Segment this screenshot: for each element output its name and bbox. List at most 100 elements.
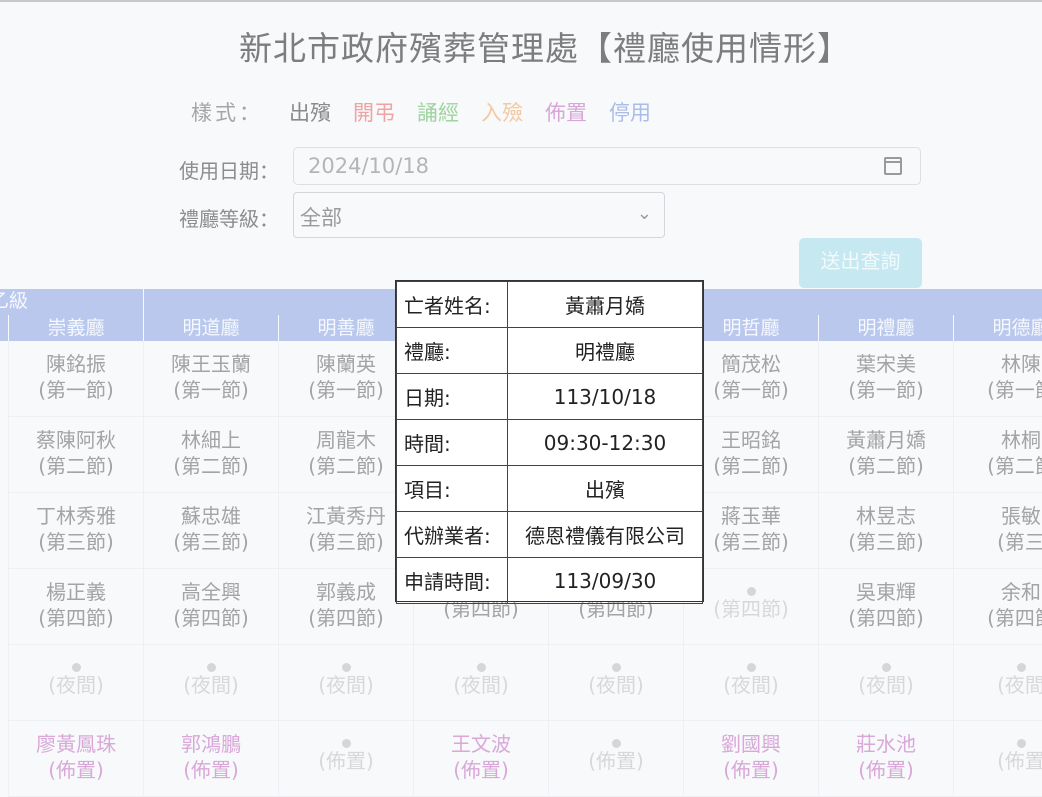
deceased-name[interactable]: 楊正義	[9, 579, 143, 605]
grade-label: 禮廳等級：	[179, 207, 279, 231]
schedule-cell[interactable]: 蔡陳阿秋 (第二節)	[8, 417, 143, 493]
grade-select[interactable]: 全部 ⌄	[293, 192, 665, 238]
hall-header-cell: 明禮廳	[818, 315, 953, 341]
detail-value: 09:30-12:30	[507, 419, 703, 466]
schedule-cell: (佈置)	[278, 721, 413, 797]
hall-header-cell: 崇義廳	[8, 315, 143, 341]
legend-item: 開弔	[353, 101, 395, 125]
deceased-name[interactable]: 高全興	[144, 579, 278, 605]
grade-value: 全部	[300, 206, 342, 230]
deceased-name[interactable]: 葉宋美	[819, 351, 953, 377]
schedule-cell[interactable]: 陳銘振 (第一節)	[8, 341, 143, 417]
slot-label: (第二節)	[713, 454, 789, 478]
deceased-name[interactable]: 丁林秀雅	[9, 503, 143, 529]
deceased-name[interactable]: 林陳	[954, 351, 1042, 377]
deceased-name[interactable]: 黃蕭月嬌	[819, 427, 953, 453]
deceased-name[interactable]: 張敏	[954, 503, 1042, 529]
deceased-name[interactable]: 余和	[954, 579, 1042, 605]
schedule-cell[interactable]: 江黃秀丹 (第三節)	[278, 493, 413, 569]
legend-item: 停用	[609, 101, 651, 125]
slot-label: (夜間)	[453, 673, 509, 697]
detail-value: 德恩禮儀有限公司	[507, 511, 703, 558]
schedule-cell[interactable]: 劉國興 (佈置)	[683, 721, 818, 797]
deceased-name[interactable]: 陳銘振	[9, 351, 143, 377]
deceased-name[interactable]: 郭義成	[279, 579, 413, 605]
deceased-name[interactable]: 廖黃鳳珠	[9, 731, 143, 757]
detail-value: 明禮廳	[507, 327, 703, 374]
detail-key: 禮廳:	[396, 327, 508, 374]
empty-slot-dot	[341, 663, 351, 672]
schedule-cell[interactable]: 林陳(第一節	[953, 341, 1042, 417]
schedule-cell[interactable]: 莊水池 (佈置)	[818, 721, 953, 797]
submit-button[interactable]: 送出查詢	[799, 238, 922, 288]
schedule-cell[interactable]: 郭鴻鵬 (佈置)	[143, 721, 278, 797]
schedule-cell[interactable]: 郭義成 (第四節)	[278, 569, 413, 645]
slot-label: (第二節)	[38, 454, 114, 478]
schedule-cell[interactable]: 丁林秀雅 (第三節)	[8, 493, 143, 569]
schedule-cell[interactable]: 余和(第四節	[953, 569, 1042, 645]
schedule-cell[interactable]: 林細上 (第二節)	[143, 417, 278, 493]
schedule-cell[interactable]: 林桐(第二節	[953, 417, 1042, 493]
schedule-cell[interactable]: 葉宋美 (第一節)	[818, 341, 953, 417]
legend-item: 佈置	[545, 101, 587, 125]
slot-label: (佈置)	[858, 758, 914, 782]
schedule-cell[interactable]: 張敏 (第三	[953, 493, 1042, 569]
slot-label: (夜間)	[318, 673, 374, 697]
schedule-cell[interactable]: 蘇忠雄 (第三節)	[143, 493, 278, 569]
slot-label: (夜間)	[48, 673, 104, 697]
calendar-icon[interactable]	[884, 157, 902, 175]
schedule-cell: (夜間)	[413, 645, 548, 721]
schedule-cell[interactable]: 陳蘭英 (第一節)	[278, 341, 413, 417]
slot-label: (第一節)	[38, 378, 114, 402]
schedule-cell: (夜間)	[278, 645, 413, 721]
schedule-cell[interactable]: 黃蕭月嬌 (第二節)	[818, 417, 953, 493]
empty-slot-dot	[1016, 663, 1026, 672]
slot-label: (佈置)	[453, 758, 509, 782]
deceased-name[interactable]: 吳東輝	[819, 579, 953, 605]
slot-label: (夜間)	[183, 673, 239, 697]
schedule-cell: (夜間)	[548, 645, 683, 721]
deceased-name[interactable]: 郭鴻鵬	[144, 731, 278, 757]
deceased-name[interactable]: 劉國興	[684, 731, 818, 757]
schedule-cell[interactable]: 王文波 (佈置)	[413, 721, 548, 797]
deceased-name[interactable]: 周龍木	[279, 427, 413, 453]
deceased-name[interactable]: 林昱志	[819, 503, 953, 529]
schedule-cell: (夜間)	[8, 645, 143, 721]
slot-label: (第一節)	[848, 378, 924, 402]
deceased-name[interactable]: 江黃秀丹	[279, 503, 413, 529]
group-label: 乙級	[0, 290, 29, 312]
slot-label: (第二節	[987, 454, 1042, 478]
deceased-name[interactable]: 林細上	[144, 427, 278, 453]
deceased-name[interactable]: 簡茂松	[684, 351, 818, 377]
deceased-name[interactable]: 莊水池	[819, 731, 953, 757]
schedule-cell[interactable]: 廖黃鳳珠 (佈置)	[8, 721, 143, 797]
slot-label: (第三節)	[173, 530, 249, 554]
deceased-name[interactable]: 陳王玉蘭	[144, 351, 278, 377]
detail-key: 代辦業者:	[396, 511, 508, 558]
schedule-cell[interactable]: 周龍木 (第二節)	[278, 417, 413, 493]
hall-header-cell: 明德廳	[953, 315, 1042, 341]
slot-label: (佈置)	[48, 758, 104, 782]
schedule-cell[interactable]: 林昱志 (第三節)	[818, 493, 953, 569]
legend-label: 樣式：	[191, 101, 263, 125]
schedule-cell[interactable]: 高全興 (第四節)	[143, 569, 278, 645]
legend-item: 出殯	[289, 101, 331, 125]
slot-label: (第四節)	[713, 597, 789, 621]
deceased-name[interactable]: 王文波	[414, 731, 548, 757]
deceased-name[interactable]: 蔣玉華	[684, 503, 818, 529]
schedule-cell[interactable]: 陳王玉蘭 (第一節)	[143, 341, 278, 417]
deceased-name[interactable]: 蔡陳阿秋	[9, 427, 143, 453]
slot-label: (第三節)	[308, 530, 384, 554]
date-input[interactable]: 2024/10/18	[293, 147, 921, 185]
deceased-name[interactable]: 林桐	[954, 427, 1042, 453]
schedule-cell[interactable]: 楊正義 (第四節)	[8, 569, 143, 645]
schedule-cell: (佈置)	[548, 721, 683, 797]
deceased-name[interactable]: 蘇忠雄	[144, 503, 278, 529]
empty-slot-dot	[341, 739, 351, 748]
slot-label: (第二節)	[173, 454, 249, 478]
schedule-cell[interactable]: 吳東輝 (第四節)	[818, 569, 953, 645]
deceased-name[interactable]: 王昭銘	[684, 427, 818, 453]
deceased-name[interactable]: 陳蘭英	[279, 351, 413, 377]
slot-label: (第三	[997, 530, 1042, 554]
booking-detail-popup: 亡者姓名: 黃蕭月嬌 禮廳: 明禮廳 日期: 113/10/18 時間: 09:30-1…	[395, 280, 704, 604]
